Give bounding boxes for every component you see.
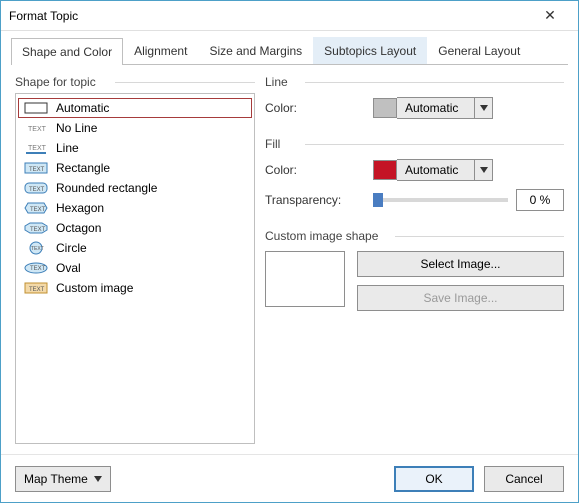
list-item-label: Hexagon bbox=[56, 201, 104, 215]
list-item[interactable]: TEXT Circle bbox=[18, 238, 252, 258]
list-item-label: No Line bbox=[56, 121, 97, 135]
list-item-label: Oval bbox=[56, 261, 81, 275]
transparency-row: Transparency: 0 % bbox=[265, 189, 564, 211]
fill-color-swatch bbox=[373, 160, 397, 180]
select-image-button[interactable]: Select Image... bbox=[357, 251, 564, 277]
fill-color-value: Automatic bbox=[397, 159, 475, 181]
svg-text:TEXT: TEXT bbox=[30, 227, 46, 233]
image-buttons: Select Image... Save Image... bbox=[357, 251, 564, 311]
list-item-label: Custom image bbox=[56, 281, 133, 295]
group-shape-for-topic: Shape for topic bbox=[15, 75, 255, 89]
circle-blue-icon: TEXT bbox=[24, 241, 48, 255]
content: Shape for topic AutomaticTEXTNo LineTEXT… bbox=[1, 65, 578, 454]
dialog-format-topic: Format Topic ✕ Shape and ColorAlignmentS… bbox=[0, 0, 579, 503]
shape-list[interactable]: Automatic TEXT No Line TEXT Line TEXT Rectangl… bbox=[15, 93, 255, 444]
list-item[interactable]: TEXT Octagon bbox=[18, 218, 252, 238]
slider-thumb[interactable] bbox=[373, 193, 383, 207]
save-image-button: Save Image... bbox=[357, 285, 564, 311]
list-item-label: Circle bbox=[56, 241, 87, 255]
list-item-label: Rectangle bbox=[56, 161, 110, 175]
map-theme-button[interactable]: Map Theme bbox=[15, 466, 111, 492]
map-theme-label: Map Theme bbox=[24, 472, 88, 486]
window-title: Format Topic bbox=[9, 9, 530, 23]
tab-general-layout[interactable]: General Layout bbox=[427, 37, 531, 64]
custom-image-group: Custom image shape Select Image... Save … bbox=[265, 229, 564, 311]
list-item[interactable]: Automatic bbox=[18, 98, 252, 118]
rect-blue-icon: TEXT bbox=[24, 161, 48, 175]
transparency-value[interactable]: 0 % bbox=[516, 189, 564, 211]
list-item-label: Octagon bbox=[56, 221, 101, 235]
list-item[interactable]: TEXT Rounded rectangle bbox=[18, 178, 252, 198]
list-item[interactable]: TEXT Rectangle bbox=[18, 158, 252, 178]
group-custom-image: Custom image shape bbox=[265, 229, 564, 243]
right-panel: Line Color: Automatic Fill Color: bbox=[265, 75, 564, 444]
svg-text:TEXT: TEXT bbox=[28, 126, 47, 133]
hexagon-blue-icon: TEXT bbox=[24, 201, 48, 215]
list-item-label: Automatic bbox=[56, 101, 109, 115]
image-preview bbox=[265, 251, 345, 307]
fill-group: Fill Color: Automatic Transparency: bbox=[265, 137, 564, 211]
list-item[interactable]: TEXT No Line bbox=[18, 118, 252, 138]
fill-color-combo[interactable]: Automatic bbox=[373, 159, 493, 181]
custom-image-row: Select Image... Save Image... bbox=[265, 251, 564, 311]
line-group: Line Color: Automatic bbox=[265, 75, 564, 119]
line-color-combo[interactable]: Automatic bbox=[373, 97, 493, 119]
svg-text:TEXT: TEXT bbox=[31, 246, 44, 252]
svg-text:TEXT: TEXT bbox=[29, 287, 45, 293]
tab-subtopics-layout[interactable]: Subtopics Layout bbox=[313, 37, 427, 64]
chevron-down-icon bbox=[94, 476, 102, 482]
list-item-label: Line bbox=[56, 141, 79, 155]
ok-button[interactable]: OK bbox=[394, 466, 474, 492]
svg-text:TEXT: TEXT bbox=[30, 266, 46, 272]
oval-blue-icon: TEXT bbox=[24, 261, 48, 275]
chevron-down-icon[interactable] bbox=[475, 159, 493, 181]
svg-text:TEXT: TEXT bbox=[28, 145, 47, 152]
list-item[interactable]: TEXT Line bbox=[18, 138, 252, 158]
fill-color-row: Color: Automatic bbox=[265, 159, 564, 181]
octagon-blue-icon: TEXT bbox=[24, 221, 48, 235]
line-color-label: Color: bbox=[265, 101, 365, 115]
line-color-value: Automatic bbox=[397, 97, 475, 119]
transparency-slider[interactable] bbox=[373, 198, 508, 202]
left-panel: Shape for topic AutomaticTEXTNo LineTEXT… bbox=[15, 75, 255, 444]
group-fill: Fill bbox=[265, 137, 564, 151]
underline-icon: TEXT bbox=[24, 141, 48, 155]
list-item[interactable]: TEXT Hexagon bbox=[18, 198, 252, 218]
svg-text:TEXT: TEXT bbox=[29, 187, 45, 193]
footer: Map Theme OK Cancel bbox=[1, 454, 578, 502]
slider-track bbox=[373, 198, 508, 202]
svg-text:TEXT: TEXT bbox=[30, 207, 46, 213]
tab-alignment[interactable]: Alignment bbox=[123, 37, 198, 64]
roundrect-blue-icon: TEXT bbox=[24, 181, 48, 195]
line-color-row: Color: Automatic bbox=[265, 97, 564, 119]
tab-size-and-margins[interactable]: Size and Margins bbox=[198, 37, 313, 64]
list-item[interactable]: TEXT Custom image bbox=[18, 278, 252, 298]
close-icon[interactable]: ✕ bbox=[530, 7, 570, 24]
list-item-label: Rounded rectangle bbox=[56, 181, 157, 195]
chevron-down-icon[interactable] bbox=[475, 97, 493, 119]
list-item[interactable]: TEXT Oval bbox=[18, 258, 252, 278]
svg-text:TEXT: TEXT bbox=[29, 167, 45, 173]
tabs: Shape and ColorAlignmentSize and Margins… bbox=[1, 31, 578, 64]
tab-shape-and-color[interactable]: Shape and Color bbox=[11, 38, 123, 65]
titlebar: Format Topic ✕ bbox=[1, 1, 578, 31]
fill-color-label: Color: bbox=[265, 163, 365, 177]
group-line: Line bbox=[265, 75, 564, 89]
rect-outline-icon bbox=[24, 101, 48, 115]
line-color-swatch bbox=[373, 98, 397, 118]
image-icon: TEXT bbox=[24, 281, 48, 295]
text-only-icon: TEXT bbox=[24, 121, 48, 135]
transparency-label: Transparency: bbox=[265, 193, 365, 207]
cancel-button[interactable]: Cancel bbox=[484, 466, 564, 492]
